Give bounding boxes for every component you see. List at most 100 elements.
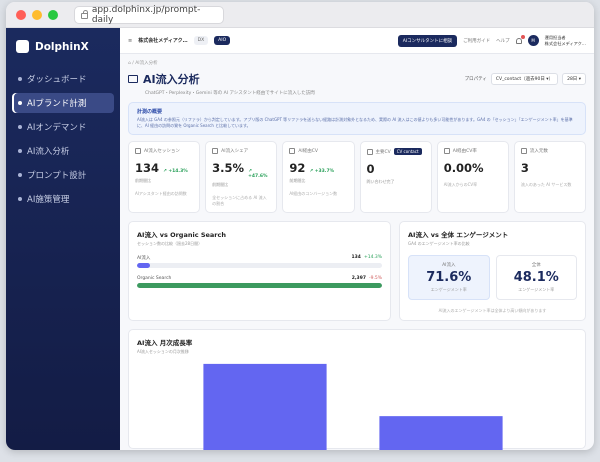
kpi-label: AI経由CV [298,149,318,154]
bell-icon[interactable] [515,34,525,44]
chart-bar-今月 [379,416,503,450]
bar-fill [137,283,383,288]
comparison-bar: Organic Search 2,397 -9.5% [137,276,383,288]
workspace-chip-dx[interactable]: DX [193,36,209,45]
bullet-icon [18,197,22,201]
page-header: AI流入分析 プロパティ CV_contact（過去90日 ▾） 28日 ▾ [128,71,586,87]
help-link[interactable]: ヘルプ [496,38,510,44]
topbar: ≡ 株式会社メディアク… DX AIO AIコンサルタントに相談 ご利用ガイド … [120,28,594,54]
user-info[interactable]: 運用担当者 株式会社メディアク… [545,35,586,45]
kpi-delta: ↗ +33.7% [309,169,335,174]
kpi-badge: CV contact [393,148,422,155]
page-title: AI流入分析 [143,73,200,86]
bullet-icon [18,77,22,81]
sidebar-item-label: AIオンデマンド [27,123,87,133]
kpi-card: AI流入セッション 134 ↗ +14.3% 前期間比 AIアシスタント経由の訪問… [128,141,201,213]
sidebar-item-label: AI流入分析 [27,147,70,157]
bar-value: 2,397 [351,276,366,281]
kpi-label: AI経由CV率 [452,149,477,154]
percent-icon [443,148,450,154]
kpi-value: 134 [135,161,160,175]
kpi-value: 0.00% [443,161,484,175]
breadcrumb[interactable]: ⌂ / AI流入分析 [128,60,586,66]
kpi-sub: 前期間比 [135,178,151,183]
chart-bar-前月 [203,363,327,450]
kpi-value: 92 [289,161,306,175]
info-text: AI流入は GA4 の参照元（リファラ）から判定しています。アプリ版の Chat… [137,117,573,128]
comparison-bar: AI流入 134 +14.3% [137,255,383,268]
kpi-value: 0 [366,162,375,176]
kpi-card: AI経由CV率 0.00% AI流入からのCV率 [436,141,509,213]
bar-value: 134 [351,255,361,260]
engagement-label: AI流入 [442,263,456,268]
sidebar-item-dashboard[interactable]: ダッシュボード [12,69,114,89]
workspace-chip-aio[interactable]: AIO [214,36,231,45]
kpi-label: AI流入シェア [221,149,249,154]
kpi-card: AI流入シェア 3.5% ↗ +47.6% 前期間比 全セッションに占める AI … [205,141,278,213]
consultant-button[interactable]: AIコンサルタントに相談 [397,34,458,47]
page-content: ⌂ / AI流入分析 AI流入分析 プロパティ CV_contact（過去90日… [120,54,594,450]
page-subtitle: ChatGPT・Perplexity・Gemini 等の AI アシスタント経由… [145,91,315,96]
bar-track [137,283,383,288]
kpi-card: 主要CV CV contact 0 問い合わせ完了 [359,141,432,213]
engagement-label: 全体 [531,263,541,268]
engagement-boxes: AI流入 71.6% エンゲージメント率 全体 48.1% エンゲージメント率 [408,255,578,300]
browser-titlebar: app.dolphinx.jp/prompt-daily [6,2,594,28]
engagement-value: 48.1% [513,270,559,285]
card-title: AI流入 vs 全体 エンゲージメント [408,231,509,239]
maximize-window-button[interactable] [48,9,58,20]
sidebar-item-ai-measures[interactable]: AI施策管理 [12,189,114,209]
bar-fill [137,263,151,268]
property-select[interactable]: CV_contact（過去90日 ▾） [490,73,559,85]
kpi-desc: 流入のあった AI サービス数 [520,182,572,187]
bar-delta: +14.3% [363,255,383,260]
growth-chart-card: AI流入 月次成長率 AI流入セッションの月次推移 [128,329,586,450]
kpi-desc: AI経由のコンバージョン数 [289,191,338,196]
bullet-icon [18,101,22,105]
sidebar-item-label: AI施策管理 [27,195,70,205]
trend-icon [366,148,373,155]
engagement-card: AI流入 vs 全体 エンゲージメント GA4 のエンゲージメント率の比較 AI… [399,221,586,321]
bullet-icon [18,149,22,153]
sidebar-item-prompt-design[interactable]: プロンプト設計 [12,165,114,185]
minimize-window-button[interactable] [32,9,42,20]
kpi-sub: 前期間比 [289,178,306,183]
sidebar-item-ai-brand[interactable]: AIブランド計測 [12,93,114,113]
address-bar-url: app.dolphinx.jp/prompt-daily [91,4,201,25]
avatar[interactable]: M [527,35,539,46]
bar-delta: -9.5% [368,276,383,281]
kpi-delta: ↗ +47.6% [248,169,268,179]
brand[interactable]: DolphinX [6,40,120,53]
filter-label: プロパティ [464,77,487,82]
kpi-row: AI流入セッション 134 ↗ +14.3% 前期間比 AIアシスタント経由の訪問… [128,141,587,213]
close-window-button[interactable] [16,9,26,20]
bullet-icon [18,173,22,177]
app-root: DolphinX ダッシュボード AIブランド計測 AIオンデマンド AI流入分… [6,28,594,450]
bar-label: Organic Search [137,276,172,281]
menu-icon[interactable]: ≡ [128,38,132,44]
guide-link[interactable]: ご利用ガイド [463,38,490,44]
engagement-value: 71.6% [426,270,472,285]
filters: プロパティ CV_contact（過去90日 ▾） 28日 ▾ [465,73,586,85]
kpi-desc: AI流入からのCV率 [443,182,478,187]
company-name: 株式会社メディアク… [138,38,188,44]
sidebar-item-ai-ondemand[interactable]: AIオンデマンド [12,117,114,137]
bar-label: AI流入 [137,256,151,261]
address-bar[interactable]: app.dolphinx.jp/prompt-daily [74,4,224,25]
info-banner: 計測の概要 AI流入は GA4 の参照元（リファラ）から判定しています。アプリ版… [128,102,586,135]
kpi-label: 主要CV [375,149,391,155]
organic-comparison-card: AI流入 vs Organic Search セッション数の比較（過去28日間）… [128,221,392,321]
card-subtitle: セッション数の比較（過去28日間） [137,241,203,246]
kpi-desc: 全セッションに占める AI 流入の割合 [212,195,267,206]
period-select[interactable]: 28日 ▾ [562,73,586,85]
bar-track [137,263,383,268]
bullet-icon [18,125,22,129]
engagement-sub: エンゲージメント率 [518,287,555,292]
engagement-sub: エンゲージメント率 [430,287,467,292]
kpi-value: 3.5% [212,161,245,175]
main-content: ≡ 株式会社メディアク… DX AIO AIコンサルタントに相談 ご利用ガイド … [120,28,594,450]
chart-title: AI流入 月次成長率 [137,339,193,347]
link-icon [520,148,527,154]
sidebar-item-ai-traffic[interactable]: AI流入分析 [12,141,114,161]
kpi-sub: 前期間比 [212,182,229,187]
